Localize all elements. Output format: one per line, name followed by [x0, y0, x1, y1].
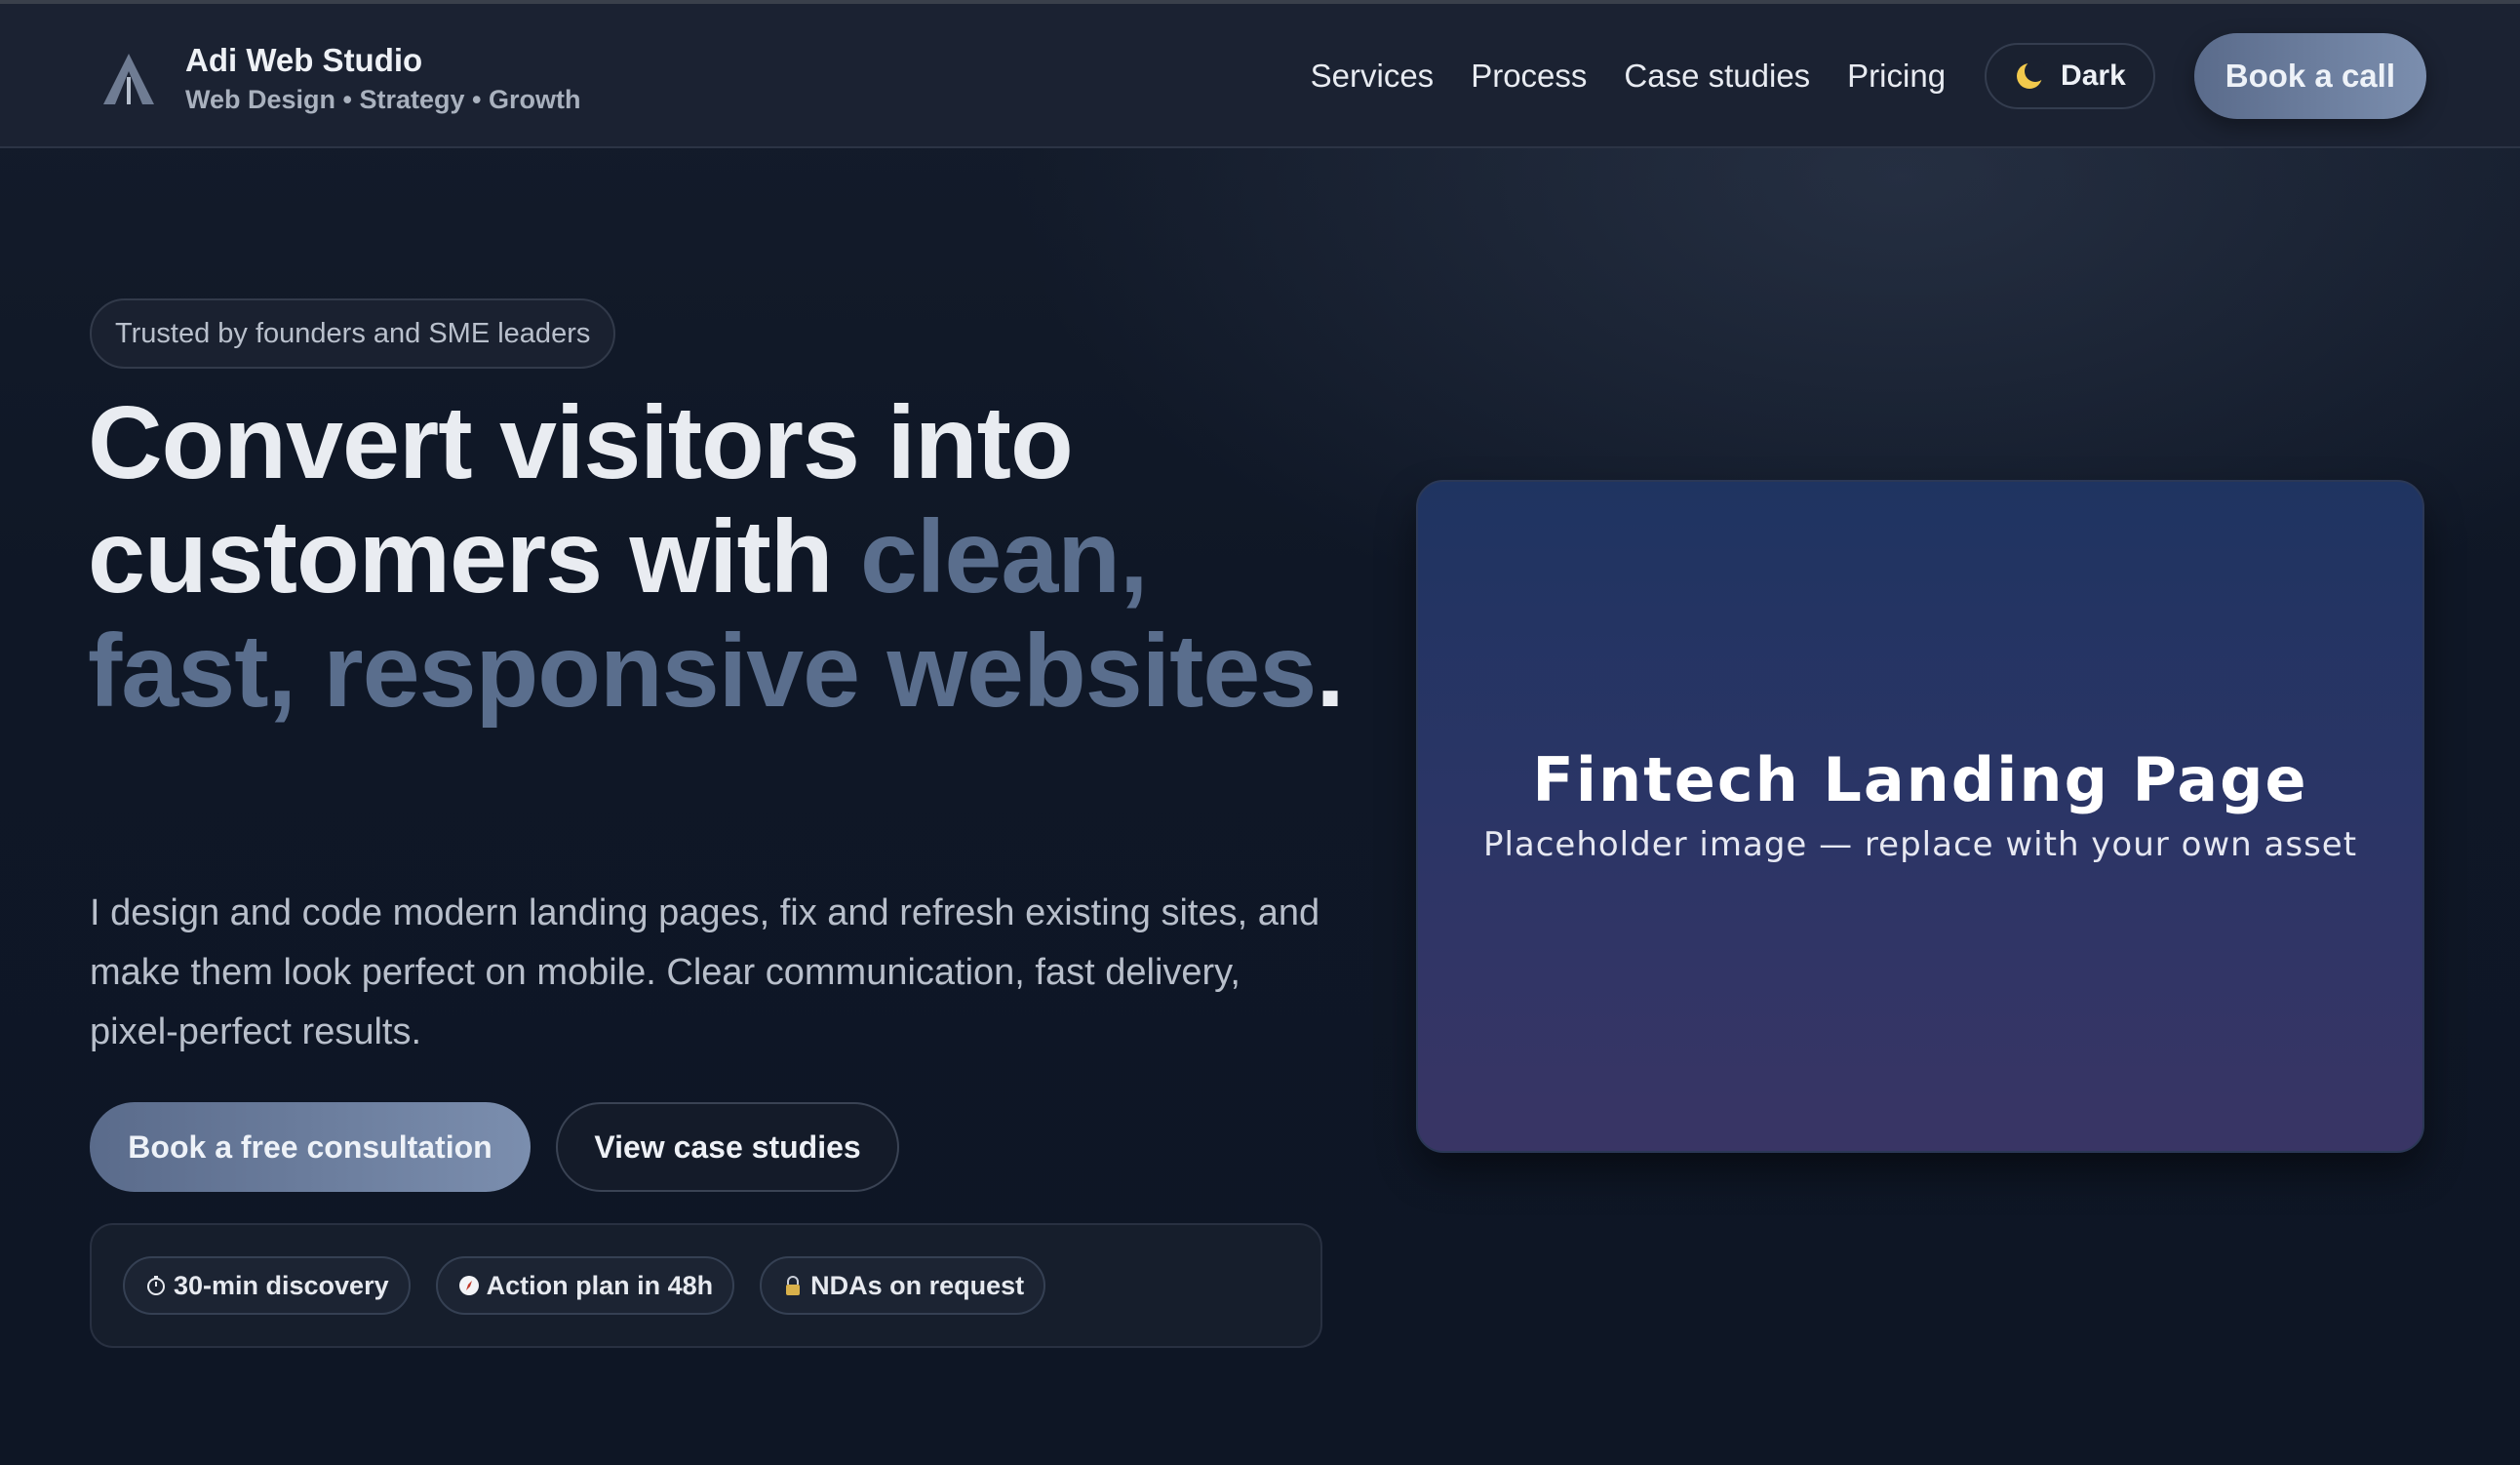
site-header: Adi Web Studio Web Design • Strategy • G… [0, 4, 2520, 148]
compass-icon [458, 1276, 479, 1295]
lock-icon [786, 1276, 801, 1295]
brand-name: Adi Web Studio [185, 42, 423, 78]
showcase-title: Fintech Landing Page [1532, 744, 2308, 815]
moon-icon [2017, 60, 2046, 89]
showcase-card: Fintech Landing Page Placeholder image —… [1416, 480, 2424, 1153]
theme-toggle-button[interactable]: Dark [1985, 43, 2155, 109]
book-free-consultation-button[interactable]: Book a free consultation [90, 1102, 531, 1192]
view-case-studies-button[interactable]: View case studies [556, 1102, 899, 1192]
brand[interactable]: Adi Web Studio Web Design • Strategy • G… [99, 41, 580, 117]
page: Adi Web Studio Web Design • Strategy • G… [0, 0, 2520, 1465]
hero-headline: Convert visitors into customers with cle… [88, 386, 1356, 729]
brand-tagline: Web Design • Strategy • Growth [185, 85, 581, 114]
chip-label: 30-min discovery [174, 1270, 389, 1300]
theme-toggle-label: Dark [2061, 59, 2126, 92]
trust-badge: Trusted by founders and SME leaders [90, 298, 616, 369]
nav-link-services[interactable]: Services [1311, 58, 1435, 95]
brand-text: Adi Web Studio Web Design • Strategy • G… [185, 41, 580, 117]
chip-label: Action plan in 48h [486, 1270, 714, 1300]
book-a-call-button[interactable]: Book a call [2193, 33, 2426, 119]
chip-action-plan: Action plan in 48h [435, 1256, 735, 1315]
hero-lead: I design and code modern landing pages, … [90, 892, 1320, 1052]
headline-end: . [1316, 614, 1344, 729]
nav-link-pricing[interactable]: Pricing [1847, 58, 1946, 95]
chip-nda: NDAs on request [760, 1256, 1046, 1315]
features-panel: 30-min discovery Action plan in 48h NDAs… [90, 1223, 1322, 1348]
mountain-a-logo-icon [103, 54, 154, 104]
main-nav: Services Process Case studies Pricing Da… [1311, 33, 2426, 119]
showcase-subtitle: Placeholder image — replace with your ow… [1482, 825, 2358, 864]
chip-discovery: 30-min discovery [123, 1256, 411, 1315]
nav-link-case-studies[interactable]: Case studies [1624, 58, 1810, 95]
stopwatch-icon [147, 1276, 165, 1295]
chip-label: NDAs on request [810, 1270, 1025, 1300]
nav-link-process[interactable]: Process [1471, 58, 1587, 95]
